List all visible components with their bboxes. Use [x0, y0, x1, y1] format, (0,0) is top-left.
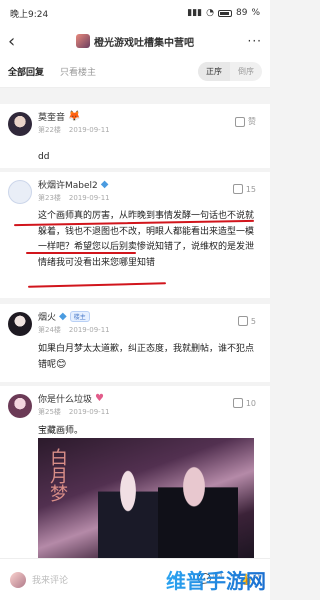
red-underline [26, 252, 136, 254]
wifi-icon: ◔ [206, 8, 214, 18]
post-text: 这个画师真的厉害，从昨晚到事情发酵一句话也不说就躲着，钱也不退图也不改，明眼人都… [38, 211, 255, 268]
attached-artwork-image[interactable]: 白月梦 [38, 438, 254, 561]
artwork-figure [98, 458, 158, 561]
forum-avatar [76, 34, 90, 48]
heart-icon: ♥ [95, 393, 104, 404]
username[interactable]: 莫奎音 🦊 [38, 110, 262, 123]
floor-info: 第23楼 2019-09-11 [38, 194, 110, 202]
username[interactable]: 烟火 ◆ 楼主 [38, 310, 262, 323]
top-bar: ‹ 橙光游戏吐槽集中营吧 ··· [0, 26, 270, 56]
status-bar: 晚上9:24 ▮▮▮ ◔ 89% [0, 0, 270, 26]
post-text: dd [38, 152, 50, 162]
like-button[interactable]: 10 [232, 398, 256, 408]
like-button[interactable]: 15 [232, 184, 256, 194]
op-badge: 楼主 [69, 311, 90, 322]
battery-level: 89 [235, 8, 248, 18]
signal-icon: ▮▮▮ [187, 8, 203, 18]
post-text: 如果白月梦太太道歉，纠正态度，我就删帖，谁不犯点错呢😊 [38, 344, 255, 370]
thumb-up-icon [235, 116, 245, 127]
battery-icon [217, 9, 232, 17]
sort-toggle[interactable]: 正序 倒序 [198, 62, 262, 81]
tab-op-only[interactable]: 只看楼主 [60, 65, 96, 78]
username[interactable]: 你是什么垃圾 ♥ [38, 392, 262, 405]
comment-input[interactable]: 我来评论 [10, 569, 110, 591]
floor-info: 第25楼 2019-09-11 [38, 408, 110, 416]
thumb-up-icon [232, 184, 243, 194]
tab-all-replies[interactable]: 全部回复 [8, 65, 44, 78]
filter-bar: 全部回复 只看楼主 正序 倒序 [0, 56, 270, 88]
reply-post: 莫奎音 🦊 第22楼 2019-09-11 赞 dd [0, 104, 270, 168]
more-options-icon[interactable]: ··· [240, 34, 262, 48]
diamond-icon: ◆ [100, 179, 109, 190]
reply-post: 烟火 ◆ 楼主 第24楼 2019-09-11 5 如果白月梦太太道歉，纠正态度，我就… [0, 304, 270, 382]
status-icons: ▮▮▮ ◔ 89% [187, 8, 260, 18]
floor-info: 第24楼 2019-09-11 [38, 326, 110, 334]
reply-post: 秋烟许Mabel2 ◆ 第23楼 2019-09-11 15 这个画师真的厉害，从昨… [0, 172, 270, 298]
level-badge-icon: 🦊 [68, 111, 81, 122]
avatar[interactable] [8, 112, 32, 136]
username[interactable]: 秋烟许Mabel2 ◆ [38, 178, 262, 191]
back-icon[interactable]: ‹ [8, 31, 30, 52]
floor-info: 第22楼 2019-09-11 [38, 126, 110, 134]
avatar[interactable] [8, 312, 32, 336]
like-button[interactable]: 赞 [235, 116, 256, 127]
red-underline [27, 282, 167, 288]
like-button[interactable]: 5 [237, 316, 256, 326]
sort-ascending[interactable]: 正序 [198, 62, 230, 81]
watermark: 维普手游网 [166, 569, 266, 593]
artwork-figure [158, 456, 238, 561]
artwork-calligraphy: 白月梦 [47, 448, 68, 502]
avatar[interactable] [8, 394, 32, 418]
sort-descending[interactable]: 倒序 [230, 62, 262, 81]
avatar[interactable] [8, 180, 32, 204]
diamond-icon: ◆ [59, 311, 67, 322]
forum-title[interactable]: 橙光游戏吐槽集中营吧 [30, 34, 240, 49]
thumb-up-icon [237, 316, 248, 326]
status-time: 晚上9:24 [10, 9, 49, 20]
post-text: 宝藏画师。 [38, 426, 84, 436]
smile-emoji-icon: 😊 [56, 359, 67, 370]
my-avatar [10, 571, 26, 588]
thumb-up-icon [232, 398, 243, 408]
